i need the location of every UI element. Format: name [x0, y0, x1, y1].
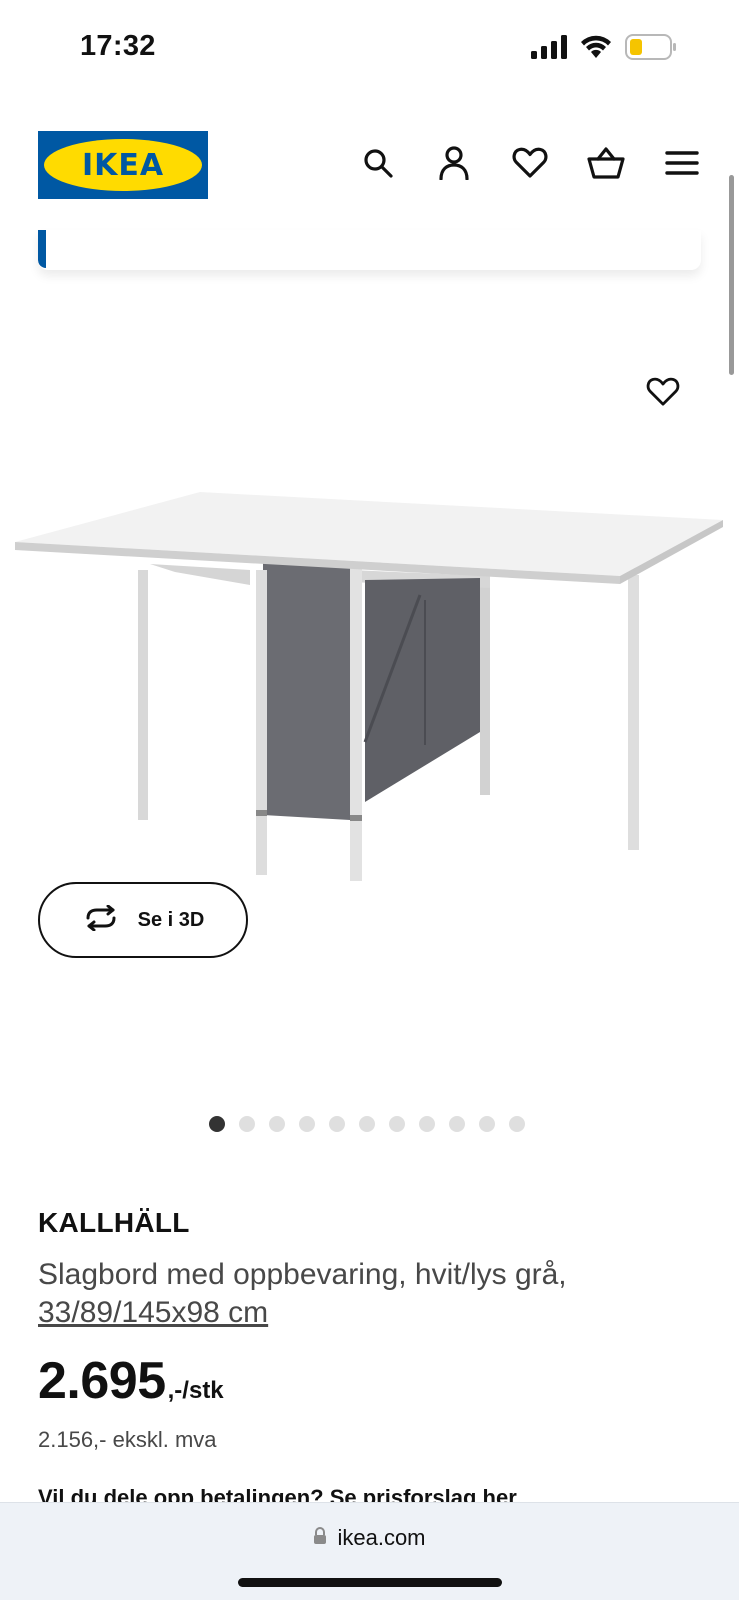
carousel-dot[interactable]	[449, 1116, 465, 1132]
installment-link[interactable]: Vil du dele opp betalingen? Se prisforsl…	[38, 1485, 517, 1502]
logo-text: IKEA	[81, 147, 165, 183]
carousel-dot[interactable]	[509, 1116, 525, 1132]
header-actions	[359, 144, 701, 182]
favourites-icon[interactable]	[511, 144, 549, 182]
info-banner-card	[38, 230, 701, 270]
carousel-dot[interactable]	[209, 1116, 225, 1132]
carousel-dot[interactable]	[269, 1116, 285, 1132]
favourite-heart-icon[interactable]	[643, 372, 683, 412]
product-price: 2.695 ,-/stk	[38, 1351, 224, 1411]
price-excluding-vat: 2.156,- ekskl. mva	[38, 1427, 217, 1452]
status-time: 17:32	[80, 30, 156, 62]
product-dimensions-link[interactable]: 33/89/145x98 cm	[38, 1296, 268, 1330]
product-name: KALLHÄLL	[38, 1207, 190, 1238]
search-icon[interactable]	[359, 144, 397, 182]
carousel-dot[interactable]	[419, 1116, 435, 1132]
table-illustration	[15, 492, 723, 881]
rotate-3d-icon	[82, 904, 120, 936]
product-image[interactable]	[0, 280, 739, 1080]
battery-low-icon	[625, 34, 677, 65]
carousel-dot[interactable]	[329, 1116, 345, 1132]
account-icon[interactable]	[435, 144, 473, 182]
url-text: ikea.com	[337, 1525, 426, 1550]
home-indicator[interactable]	[238, 1578, 502, 1587]
ikea-logo[interactable]: IKEA	[38, 131, 208, 199]
image-carousel-dots	[209, 1116, 525, 1132]
lock-icon	[313, 1526, 327, 1550]
status-bar: 17:32	[0, 0, 739, 95]
product-description: Slagbord med oppbevaring, hvit/lys grå,	[38, 1258, 567, 1291]
banner-accent	[38, 230, 46, 268]
shopping-basket-icon[interactable]	[587, 144, 625, 182]
status-icons	[531, 34, 677, 65]
price-suffix: ,-/stk	[167, 1377, 224, 1404]
carousel-dot[interactable]	[479, 1116, 495, 1132]
carousel-dot[interactable]	[389, 1116, 405, 1132]
cellular-signal-icon	[531, 35, 567, 64]
price-main: 2.695	[38, 1352, 166, 1410]
logo-oval: IKEA	[44, 139, 202, 191]
site-header: IKEA	[0, 110, 739, 210]
menu-icon[interactable]	[663, 144, 701, 182]
view-in-3d-button[interactable]: Se i 3D	[38, 882, 248, 958]
view-in-3d-label: Se i 3D	[137, 908, 205, 931]
carousel-dot[interactable]	[359, 1116, 375, 1132]
browser-bottom-bar: ikea.com	[0, 1502, 739, 1600]
carousel-dot[interactable]	[239, 1116, 255, 1132]
wifi-icon	[579, 34, 613, 65]
address-bar[interactable]: ikea.com	[0, 1525, 739, 1551]
carousel-dot[interactable]	[299, 1116, 315, 1132]
